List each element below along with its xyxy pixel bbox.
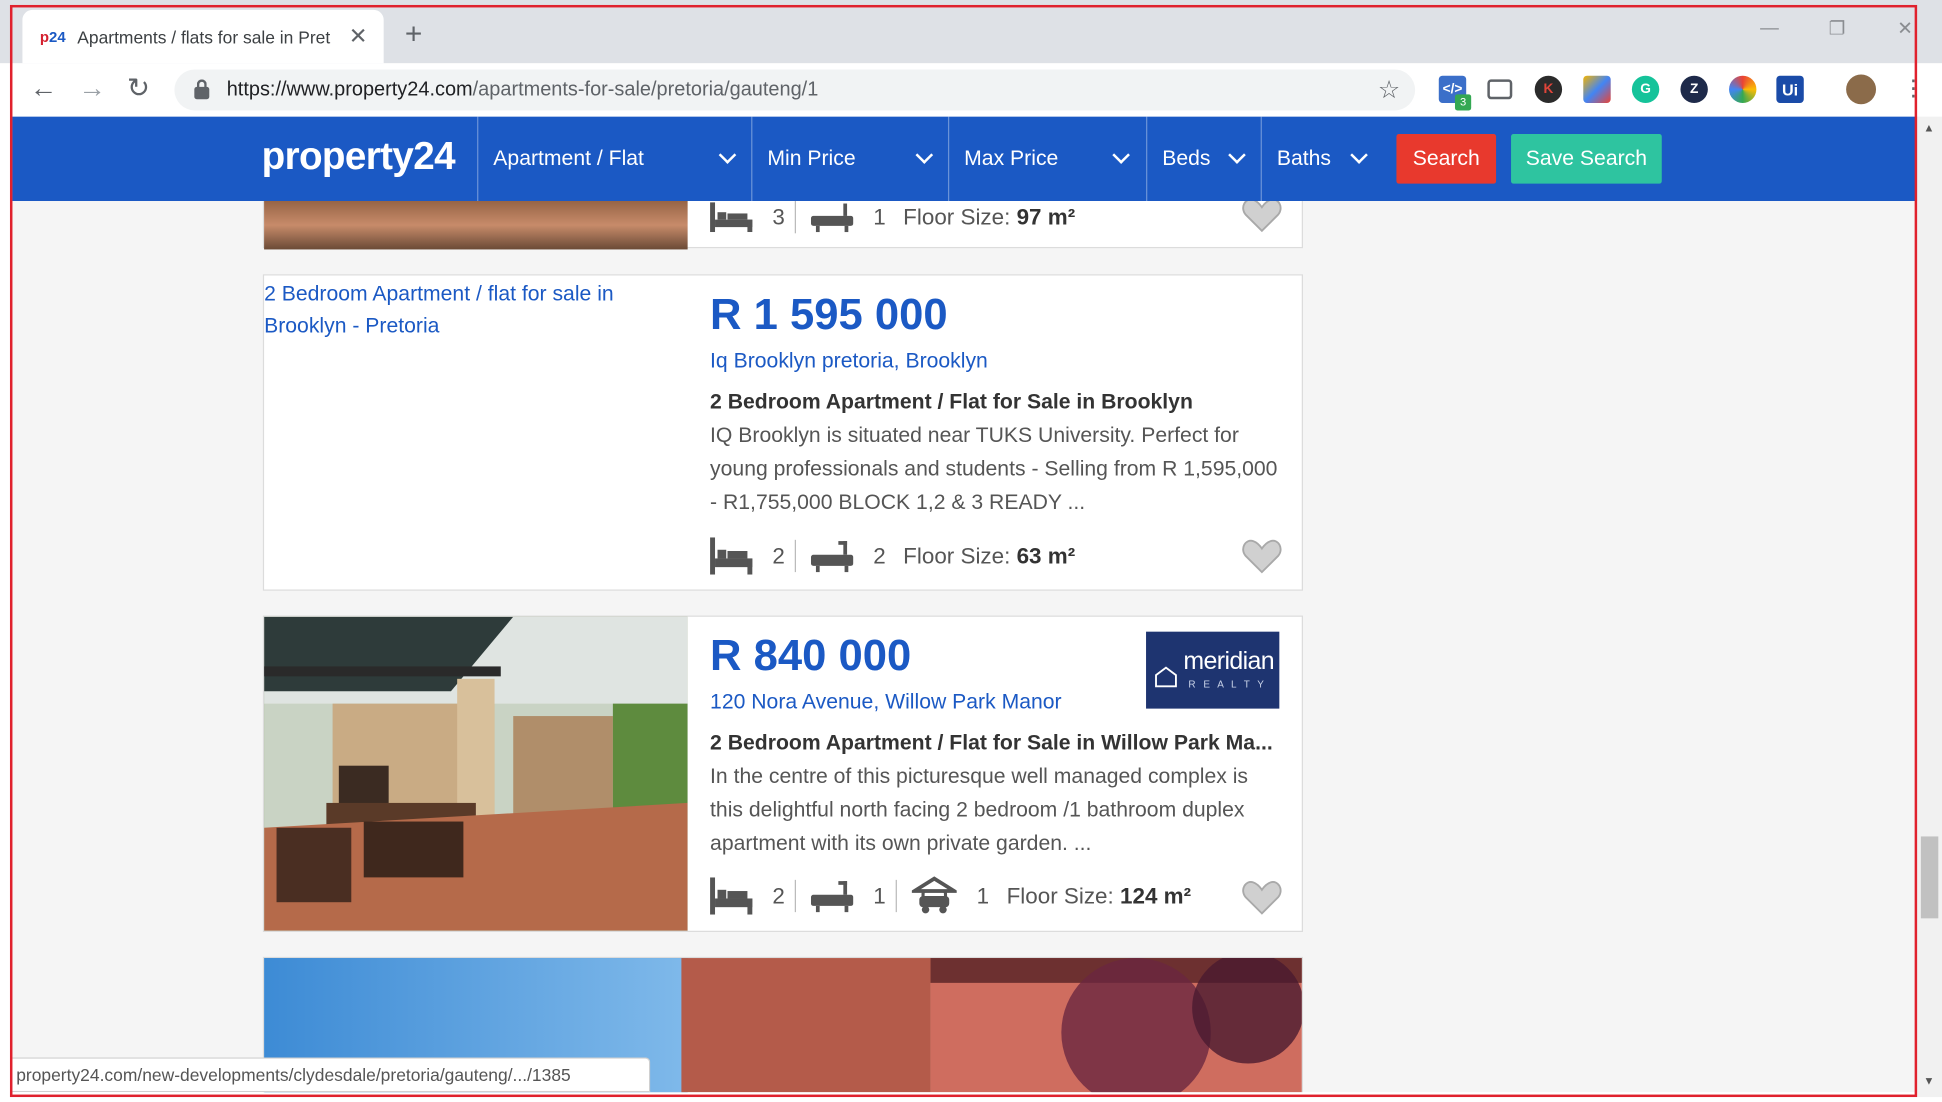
favourite-heart-icon[interactable]	[1242, 537, 1282, 574]
window-close-icon[interactable]: ✕	[1897, 17, 1913, 40]
chevron-down-icon	[915, 146, 934, 164]
listing-photo-alt[interactable]: 2 Bedroom Apartment / flat for sale in B…	[264, 276, 688, 350]
listing-features: 2 1 1 Floor Size: 124 m²	[710, 876, 1191, 916]
k-extension-icon[interactable]: K	[1534, 75, 1563, 104]
listing-card[interactable]: 2 Bedroom Apartment / flat for sale in B…	[262, 274, 1304, 591]
browser-toolbar: ← → ↻ https://www.property24.com/apartme…	[0, 63, 1942, 117]
beds-count: 2	[772, 542, 785, 568]
bookmark-star-icon[interactable]: ☆	[1378, 74, 1400, 105]
listing-location[interactable]: Iq Brooklyn pretoria, Brooklyn	[710, 349, 988, 374]
browser-tab[interactable]: p24 Apartments / flats for sale in Pret …	[22, 9, 384, 64]
agency-house-icon	[1155, 666, 1177, 688]
listing-description: IQ Brooklyn is situated near TUKS Univer…	[710, 423, 1278, 514]
save-search-button[interactable]: Save Search	[1511, 134, 1662, 184]
cast-extension-icon[interactable]	[1487, 79, 1513, 100]
property24-logo[interactable]: property24	[262, 134, 456, 179]
status-bar-url: property24.com/new-developments/clydesda…	[12, 1057, 651, 1093]
chevron-down-icon	[718, 146, 737, 164]
tab-close-icon[interactable]: ✕	[349, 24, 368, 50]
forward-icon[interactable]: →	[78, 74, 105, 101]
back-icon[interactable]: ←	[30, 74, 57, 101]
restore-icon[interactable]: ❐	[1829, 17, 1846, 40]
extension-badge: 3	[1454, 94, 1472, 111]
max-price-label: Max Price	[964, 146, 1059, 171]
listings-area: 3 1 Floor Size: 97 m² 2 Bedroom Apartmen…	[12, 201, 1918, 1093]
min-price-dropdown[interactable]: Min Price	[751, 116, 948, 202]
agency-logo[interactable]: meridian R E A L T Y	[1146, 631, 1280, 709]
site-header: property24 Apartment / Flat Min Price Ma…	[12, 116, 1918, 202]
patio-photo	[264, 616, 688, 931]
page-scrollbar[interactable]: ▲ ▼	[1917, 116, 1942, 1098]
beds-label: Beds	[1162, 146, 1211, 171]
baths-count: 1	[873, 882, 886, 908]
listing-location[interactable]: 120 Nora Avenue, Willow Park Manor	[710, 690, 1062, 715]
reload-icon[interactable]: ↻	[127, 74, 150, 101]
bed-icon	[710, 537, 753, 575]
grammarly-icon[interactable]: G	[1631, 75, 1660, 104]
tab-title: Apartments / flats for sale in Pret	[77, 26, 331, 47]
agency-logo-text: meridian	[1183, 647, 1274, 676]
chevron-down-icon	[1228, 146, 1246, 164]
menu-dots-icon[interactable]: ⋮	[1902, 74, 1924, 101]
scroll-down-icon[interactable]: ▼	[1923, 1075, 1934, 1087]
bath-icon	[810, 541, 854, 573]
baths-count: 1	[873, 204, 886, 229]
new-tab-button[interactable]: +	[405, 19, 422, 50]
address-bar[interactable]: https://www.property24.com/apartments-fo…	[174, 69, 1416, 111]
url-host: https://www.property24.com	[226, 78, 473, 100]
scroll-up-icon[interactable]: ▲	[1923, 122, 1934, 134]
profile-avatar[interactable]	[1846, 74, 1877, 105]
bed-icon	[710, 877, 753, 915]
browser-tab-strip: p24 Apartments / flats for sale in Pret …	[0, 0, 1942, 64]
z-extension-icon[interactable]: Z	[1680, 75, 1708, 104]
floor-size: Floor Size: 97 m²	[903, 204, 1076, 229]
beds-dropdown[interactable]: Beds	[1146, 116, 1261, 202]
scroll-thumb[interactable]	[1920, 836, 1939, 919]
bath-icon	[810, 203, 854, 233]
property-type-label: Apartment / Flat	[493, 146, 644, 171]
baths-label: Baths	[1276, 146, 1332, 171]
lock-icon	[194, 78, 210, 99]
parking-count: 1	[976, 882, 990, 908]
listing-title[interactable]: 2 Bedroom Apartment / Flat for Sale in W…	[710, 731, 1273, 756]
favourite-heart-icon[interactable]	[1242, 201, 1282, 233]
bed-icon	[710, 202, 753, 233]
listing-photo[interactable]	[264, 616, 688, 931]
beds-count: 3	[772, 204, 785, 229]
beds-count: 2	[772, 882, 785, 908]
url-path: /apartments-for-sale/pretoria/gauteng/1	[472, 78, 819, 100]
search-button[interactable]: Search	[1396, 134, 1497, 184]
listing-photo[interactable]	[264, 201, 688, 250]
property24-favicon-icon: p24	[39, 27, 66, 46]
property-type-dropdown[interactable]: Apartment / Flat	[477, 116, 751, 202]
favourite-heart-icon[interactable]	[1242, 879, 1282, 916]
baths-dropdown[interactable]: Baths	[1260, 116, 1383, 202]
listing-price[interactable]: R 840 000	[710, 632, 911, 682]
bath-icon	[810, 881, 854, 913]
baths-count: 2	[873, 542, 886, 568]
listing-title[interactable]: 2 Bedroom Apartment / Flat for Sale in B…	[710, 390, 1193, 415]
listing-card[interactable]: 3 1 Floor Size: 97 m²	[262, 201, 1304, 250]
minimize-icon[interactable]: —	[1760, 17, 1779, 38]
garage-car-icon	[911, 876, 957, 914]
listing-features: 3 1 Floor Size: 97 m²	[710, 201, 1076, 234]
agency-logo-sub: R E A L T Y	[1188, 678, 1267, 690]
floor-size: Floor Size: 63 m²	[903, 542, 1076, 568]
max-price-dropdown[interactable]: Max Price	[947, 116, 1145, 202]
min-price-label: Min Price	[767, 146, 856, 171]
listing-card[interactable]: R 840 000 meridian R E A L T Y 120 Nora …	[262, 615, 1304, 932]
listing-features: 2 2 Floor Size: 63 m²	[710, 537, 1076, 575]
color-picker-icon[interactable]	[1729, 75, 1757, 104]
floor-size: Floor Size: 124 m²	[1006, 882, 1192, 908]
chevron-down-icon	[1112, 146, 1130, 164]
chevron-down-icon	[1350, 146, 1368, 164]
listing-description: In the centre of this picturesque well m…	[710, 764, 1248, 856]
colorful-extension-icon[interactable]	[1583, 75, 1611, 104]
uipath-extension-icon[interactable]: Ui	[1776, 75, 1804, 104]
listing-price[interactable]: R 1 595 000	[710, 290, 948, 340]
